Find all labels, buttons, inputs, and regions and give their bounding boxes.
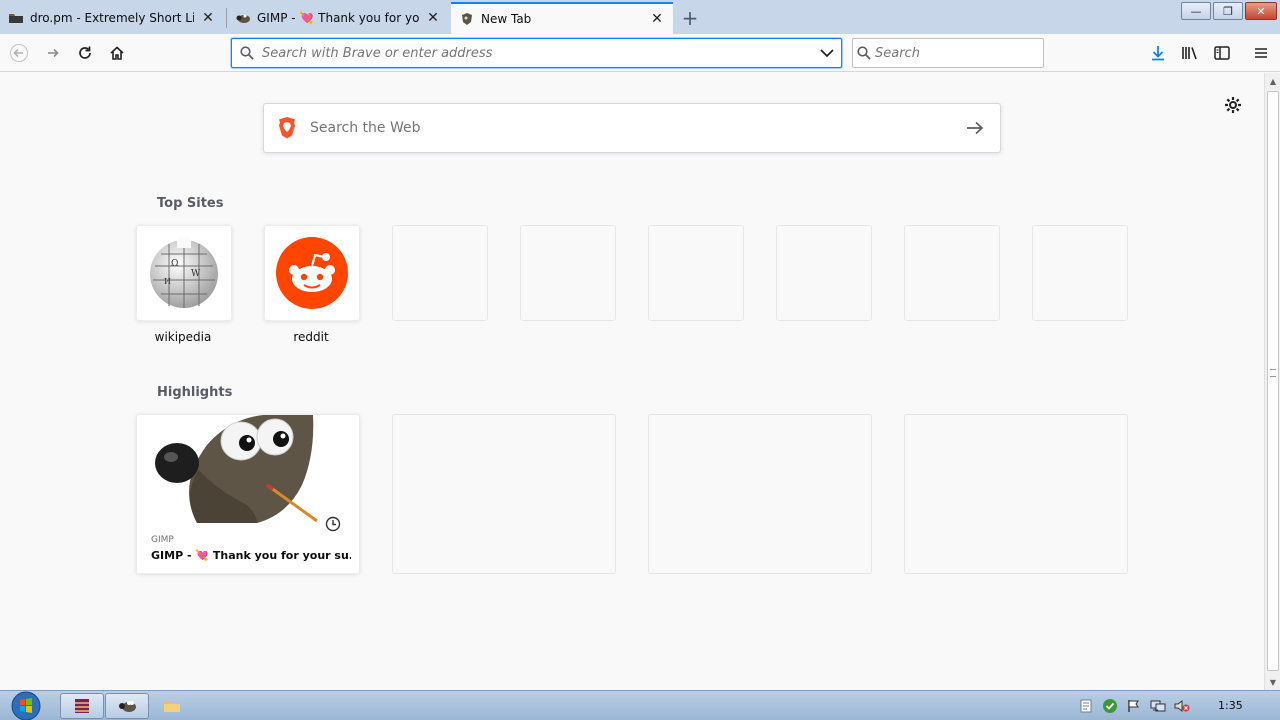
taskbar-clock[interactable]: 1:35 bbox=[1218, 699, 1243, 712]
close-tab-icon[interactable]: ✕ bbox=[425, 10, 441, 26]
settings-gear-icon[interactable] bbox=[1221, 93, 1245, 117]
minimize-icon: — bbox=[1190, 4, 1202, 18]
search-input[interactable] bbox=[875, 40, 1043, 66]
search-icon bbox=[853, 46, 875, 60]
top-site-empty bbox=[904, 225, 1000, 321]
windows-logo-icon bbox=[11, 691, 41, 720]
top-site-empty bbox=[1032, 225, 1128, 321]
reload-button[interactable] bbox=[70, 38, 100, 68]
taskbar-browser[interactable] bbox=[105, 693, 149, 719]
top-site-label: reddit bbox=[293, 330, 329, 344]
gimp-icon bbox=[119, 701, 136, 712]
maximize-button[interactable]: ❐ bbox=[1213, 2, 1243, 20]
svg-text:W: W bbox=[191, 269, 201, 279]
clock-icon bbox=[323, 514, 343, 534]
home-icon bbox=[110, 46, 124, 60]
tab-strip: dro.pm - Extremely Short Links ✕ GIMP - … bbox=[0, 0, 1280, 34]
brave-icon bbox=[459, 11, 475, 27]
network-tray-icon[interactable] bbox=[1150, 698, 1166, 714]
top-site-empty bbox=[392, 225, 488, 321]
wikipedia-logo-icon: Ω W И bbox=[150, 238, 218, 308]
library-button[interactable] bbox=[1176, 39, 1204, 67]
taskbar-winrar[interactable] bbox=[60, 693, 104, 719]
scrollbar-thumb[interactable] bbox=[1267, 91, 1279, 671]
forward-button[interactable] bbox=[38, 38, 68, 68]
restore-icon: ❐ bbox=[1223, 4, 1233, 18]
tab-dro-pm[interactable]: dro.pm - Extremely Short Links ✕ bbox=[0, 2, 224, 34]
new-tab-page: Top Sites Ω W И wikipedia bbox=[0, 73, 1264, 690]
svg-text:Ω: Ω bbox=[171, 259, 178, 269]
chevron-down-icon[interactable] bbox=[813, 48, 841, 58]
taskbar-explorer[interactable] bbox=[150, 693, 194, 719]
tab-title: New Tab bbox=[481, 12, 532, 26]
highlight-source: GIMP bbox=[151, 535, 174, 545]
document-tray-icon[interactable] bbox=[1078, 698, 1094, 714]
highlight-card-empty bbox=[392, 414, 616, 574]
tab-title: GIMP - 💘 Thank you for your bbox=[257, 11, 419, 25]
top-site-wikipedia[interactable]: Ω W И bbox=[136, 225, 232, 321]
security-tray-icon[interactable] bbox=[1102, 698, 1118, 714]
sidebar-icon bbox=[1214, 46, 1230, 60]
search-bar[interactable] bbox=[852, 38, 1044, 68]
minimize-button[interactable]: — bbox=[1181, 2, 1211, 20]
url-input[interactable] bbox=[262, 40, 813, 66]
reload-icon bbox=[79, 46, 91, 59]
folder-icon bbox=[8, 10, 24, 26]
downloads-button[interactable] bbox=[1144, 39, 1172, 67]
gimp-icon bbox=[235, 10, 251, 26]
reddit-logo-icon bbox=[276, 237, 348, 309]
menu-button[interactable] bbox=[1247, 39, 1275, 67]
archive-icon bbox=[75, 699, 89, 713]
web-search-box[interactable] bbox=[263, 103, 1001, 153]
scroll-down-icon[interactable]: ▼ bbox=[1265, 674, 1280, 690]
back-arrow-icon bbox=[10, 44, 28, 62]
forward-arrow-icon bbox=[48, 48, 59, 58]
close-window-button[interactable]: ✕ bbox=[1245, 2, 1277, 20]
gimp-mascot-image bbox=[155, 415, 318, 523]
highlight-card-empty bbox=[904, 414, 1128, 574]
scrollbar-grip-icon bbox=[1270, 369, 1276, 377]
tab-new-tab[interactable]: New Tab ✕ bbox=[451, 2, 673, 34]
windows-taskbar: 1:35 bbox=[0, 690, 1280, 720]
navigation-toolbar bbox=[0, 34, 1280, 72]
highlights-title: Highlights bbox=[157, 385, 233, 400]
web-search-input[interactable] bbox=[310, 108, 950, 148]
download-icon bbox=[1152, 46, 1164, 61]
top-site-empty bbox=[648, 225, 744, 321]
home-button[interactable] bbox=[102, 38, 132, 68]
close-tab-icon[interactable]: ✕ bbox=[200, 10, 216, 26]
vertical-scrollbar[interactable]: ▲ ▼ bbox=[1264, 73, 1280, 690]
highlight-title: GIMP - 💘 Thank you for your su... bbox=[151, 549, 351, 562]
volume-muted-icon[interactable] bbox=[1174, 698, 1190, 714]
svg-text:И: И bbox=[164, 277, 171, 286]
brave-logo-icon bbox=[264, 116, 310, 140]
scroll-up-icon[interactable]: ▲ bbox=[1265, 73, 1280, 89]
url-bar[interactable] bbox=[231, 38, 842, 68]
highlight-card-gimp[interactable]: GIMP GIMP - 💘 Thank you for your su... bbox=[136, 414, 360, 574]
hamburger-menu-icon bbox=[1255, 48, 1267, 58]
search-icon bbox=[232, 46, 262, 60]
highlight-card-empty bbox=[648, 414, 872, 574]
arrow-right-icon[interactable] bbox=[950, 121, 1000, 135]
top-sites-title: Top Sites bbox=[157, 196, 224, 211]
close-tab-icon[interactable]: ✕ bbox=[649, 11, 665, 27]
top-site-empty bbox=[776, 225, 872, 321]
top-site-reddit[interactable] bbox=[264, 225, 360, 321]
close-icon: ✕ bbox=[1256, 4, 1266, 18]
back-button[interactable] bbox=[4, 38, 34, 68]
sidebar-button[interactable] bbox=[1208, 39, 1236, 67]
folder-icon bbox=[164, 701, 180, 712]
flag-tray-icon[interactable] bbox=[1126, 698, 1142, 714]
top-site-empty bbox=[520, 225, 616, 321]
tab-gimp[interactable]: GIMP - 💘 Thank you for your ✕ bbox=[227, 2, 449, 34]
new-tab-button[interactable]: + bbox=[676, 4, 704, 32]
start-button[interactable] bbox=[6, 691, 46, 720]
tab-title: dro.pm - Extremely Short Links bbox=[30, 11, 194, 25]
highlight-thumbnail bbox=[137, 415, 359, 523]
library-icon bbox=[1182, 47, 1197, 60]
top-site-label: wikipedia bbox=[154, 330, 212, 344]
